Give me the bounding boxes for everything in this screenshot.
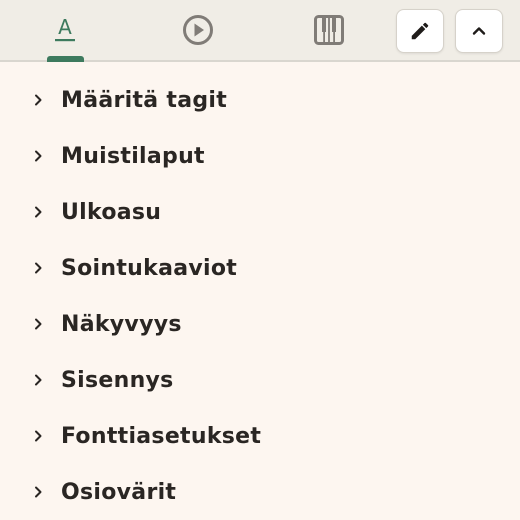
collapse-button[interactable] bbox=[455, 9, 503, 53]
chevron-right-icon bbox=[35, 486, 42, 498]
play-circle-icon bbox=[183, 15, 213, 45]
menu-item-nakyvyys[interactable]: Näkyvyys bbox=[0, 296, 520, 352]
menu-item-label: Osiovärit bbox=[61, 479, 177, 505]
menu-item-label: Muistilaput bbox=[61, 143, 205, 169]
chevron-right-icon bbox=[35, 374, 42, 386]
menu-item-label: Sisennys bbox=[61, 367, 174, 393]
piano-keys-icon bbox=[314, 15, 344, 45]
menu-item-label: Määritä tagit bbox=[61, 87, 228, 113]
chevron-up-icon bbox=[472, 27, 486, 35]
toolbar: A bbox=[0, 0, 520, 62]
tab-piano[interactable] bbox=[294, 0, 364, 60]
menu-item-label: Fonttiasetukset bbox=[61, 423, 262, 449]
edit-button[interactable] bbox=[396, 9, 444, 53]
menu-item-label: Sointukaaviot bbox=[61, 255, 238, 281]
menu-item-label: Näkyvyys bbox=[61, 311, 182, 337]
chevron-right-icon bbox=[35, 94, 42, 106]
menu-item-ulkoasu[interactable]: Ulkoasu bbox=[0, 184, 520, 240]
tab-text-format[interactable]: A bbox=[30, 0, 100, 60]
chevron-right-icon bbox=[35, 206, 42, 218]
tab-playback[interactable] bbox=[163, 0, 233, 60]
chevron-right-icon bbox=[35, 430, 42, 442]
chevron-right-icon bbox=[35, 318, 42, 330]
menu-item-sointukaaviot[interactable]: Sointukaaviot bbox=[0, 240, 520, 296]
text-format-icon: A bbox=[55, 16, 75, 42]
menu-item-label: Ulkoasu bbox=[61, 199, 162, 225]
menu-item-fonttiasetukset[interactable]: Fonttiasetukset bbox=[0, 408, 520, 464]
menu-item-osiovarit[interactable]: Osiovärit bbox=[0, 464, 520, 520]
settings-menu: Määritä tagit Muistilaput Ulkoasu Sointu… bbox=[0, 72, 520, 520]
chevron-right-icon bbox=[35, 262, 42, 274]
pencil-icon bbox=[411, 22, 429, 40]
chevron-right-icon bbox=[35, 150, 42, 162]
active-tab-indicator bbox=[47, 56, 84, 62]
menu-item-sisennys[interactable]: Sisennys bbox=[0, 352, 520, 408]
menu-item-muistilaput[interactable]: Muistilaput bbox=[0, 128, 520, 184]
menu-item-maarita-tagit[interactable]: Määritä tagit bbox=[0, 72, 520, 128]
svg-text:A: A bbox=[58, 16, 72, 39]
